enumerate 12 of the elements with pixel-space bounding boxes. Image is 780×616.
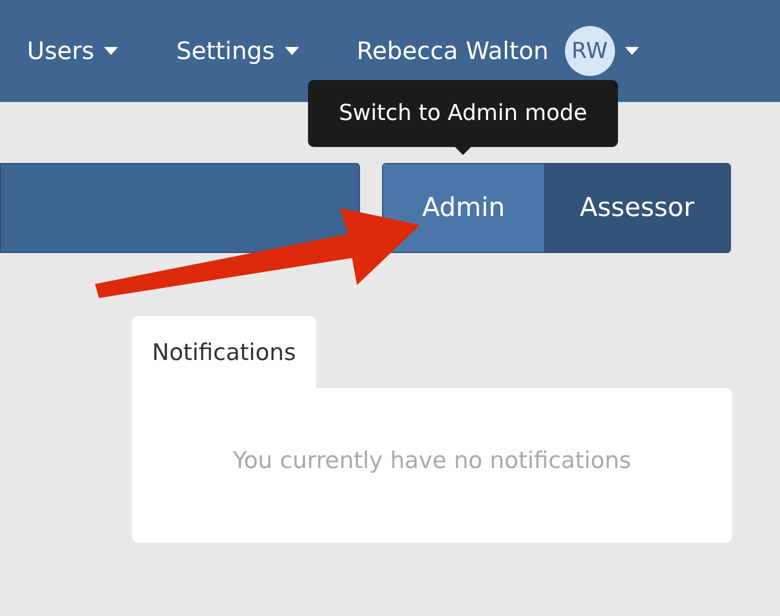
user-menu[interactable]: Rebecca Walton RW (356, 26, 639, 76)
caret-icon (624, 47, 639, 55)
mode-button[interactable]: Assessor (544, 164, 730, 252)
caret-icon (104, 47, 118, 55)
nav-menu[interactable]: Users (27, 37, 118, 65)
user-avatar: RW (564, 26, 615, 76)
caret-icon (284, 47, 299, 55)
tooltip: Switch to Admin mode (308, 80, 618, 147)
empty-message: You currently have no notifications (232, 448, 632, 474)
nav-menu[interactable]: Settings (176, 37, 299, 65)
mode-button[interactable]: Admin (383, 164, 544, 252)
tooltip-pointer-icon (455, 147, 471, 155)
